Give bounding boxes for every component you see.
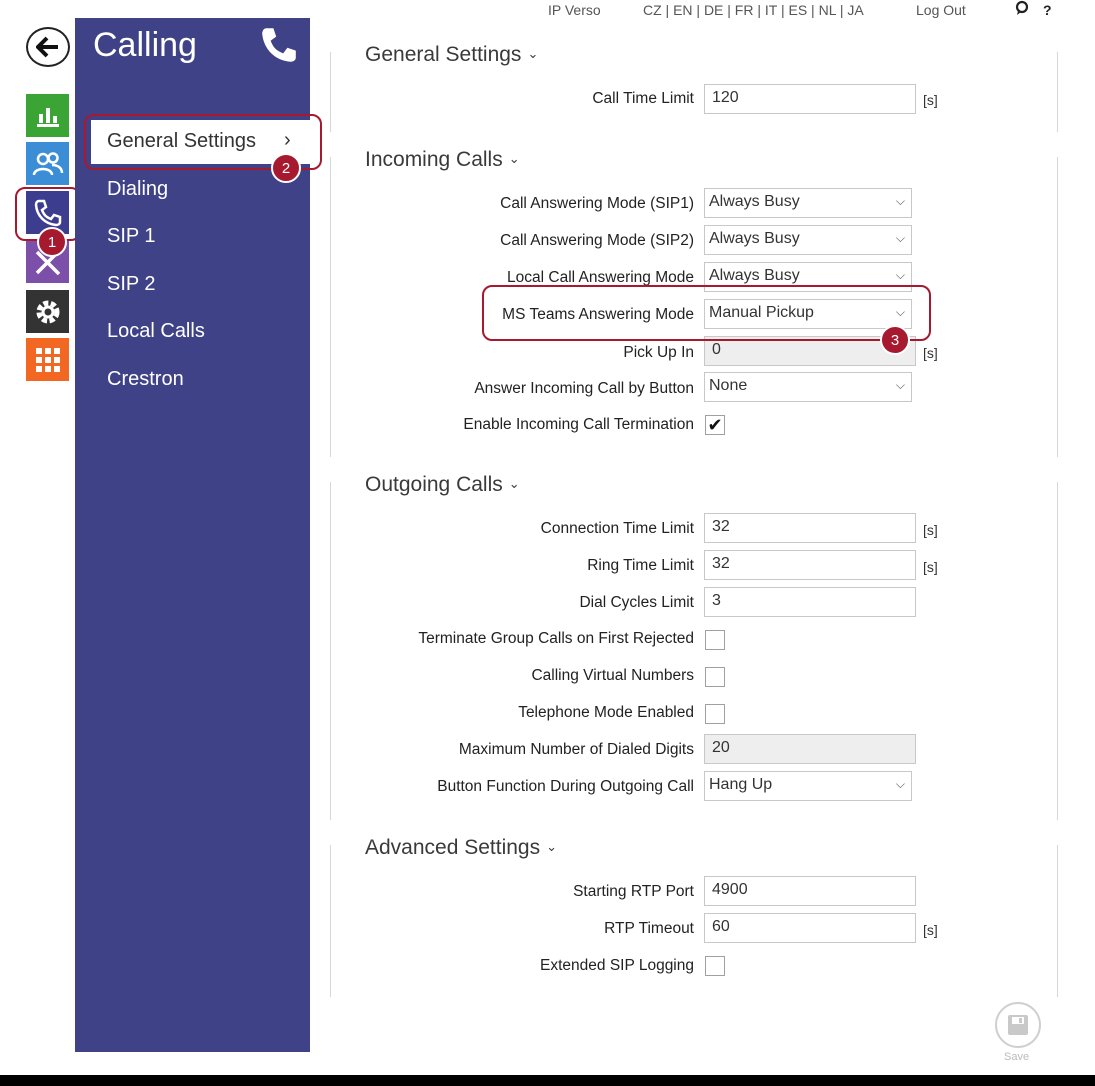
button-function-select[interactable]: Hang Up ⌵ <box>704 771 912 801</box>
answer-by-button-select[interactable]: None ⌵ <box>704 372 912 402</box>
chevron-down-icon: ⌵ <box>895 194 905 208</box>
sidebar-item-crestron[interactable]: Crestron <box>107 368 184 391</box>
chevron-down-icon: ⌄ <box>546 839 558 854</box>
answer-mode-sip1-label: Call Answering Mode (SIP1) <box>500 195 694 212</box>
checkmark-icon: ✔ <box>707 414 723 435</box>
virtual-numbers-checkbox[interactable] <box>705 667 725 687</box>
unit-seconds: [s] <box>923 922 938 938</box>
help-icon[interactable]: ? <box>1043 2 1052 18</box>
rtp-port-input[interactable]: 4900 <box>704 876 916 906</box>
answer-mode-sip2-select[interactable]: Always Busy ⌵ <box>704 225 912 255</box>
status-chart-icon[interactable] <box>26 94 69 137</box>
sidebar-item-local-calls[interactable]: Local Calls <box>107 320 205 343</box>
highlight-teams-mode <box>482 285 931 341</box>
sidebar-item-sip1[interactable]: SIP 1 <box>107 225 156 248</box>
sidebar-title: Calling <box>93 26 197 64</box>
back-arrow-icon[interactable] <box>26 27 70 67</box>
floppy-disk-icon <box>1008 1015 1028 1035</box>
connection-time-limit-input[interactable]: 32 <box>704 513 916 543</box>
chevron-down-icon: ⌄ <box>527 46 539 61</box>
section-title-advanced[interactable]: Advanced Settings ⌄ <box>365 836 557 860</box>
call-time-limit-input[interactable]: 120 <box>704 84 916 114</box>
section-title-incoming[interactable]: Incoming Calls ⌄ <box>365 148 520 172</box>
answer-by-button-label: Answer Incoming Call by Button <box>474 380 694 397</box>
chevron-down-icon: ⌵ <box>895 378 905 392</box>
step-badge-1: 1 <box>37 227 67 257</box>
ring-time-limit-input[interactable]: 32 <box>704 550 916 580</box>
max-dialed-digits-label: Maximum Number of Dialed Digits <box>458 741 694 758</box>
telephone-mode-label: Telephone Mode Enabled <box>518 704 694 721</box>
step-badge-3: 3 <box>880 325 910 355</box>
max-dialed-digits-input[interactable]: 20 <box>704 734 916 764</box>
unit-seconds: [s] <box>923 92 938 108</box>
step-badge-2: 2 <box>271 153 301 183</box>
product-name: IP Verso <box>548 2 601 18</box>
chat-icon[interactable] <box>1014 0 1032 21</box>
answer-mode-sip1-select[interactable]: Always Busy ⌵ <box>704 188 912 218</box>
rtp-timeout-input[interactable]: 60 <box>704 913 916 943</box>
sip-logging-label: Extended SIP Logging <box>540 957 694 974</box>
top-bar: IP Verso CZ | EN | DE | FR | IT | ES | N… <box>0 0 1095 20</box>
system-gear-icon[interactable] <box>26 290 69 333</box>
language-selector[interactable]: CZ | EN | DE | FR | IT | ES | NL | JA <box>643 2 864 18</box>
outgoing-calls-panel <box>330 482 1058 820</box>
directory-users-icon[interactable] <box>26 142 69 185</box>
advanced-settings-panel <box>330 845 1058 997</box>
save-button[interactable] <box>995 1002 1041 1048</box>
terminate-group-checkbox[interactable] <box>705 630 725 650</box>
chevron-down-icon: ⌄ <box>508 476 520 491</box>
button-function-label: Button Function During Outgoing Call <box>437 778 694 795</box>
sidebar-item-dialing[interactable]: Dialing <box>107 178 168 201</box>
ring-time-limit-label: Ring Time Limit <box>587 557 694 574</box>
call-termination-label: Enable Incoming Call Termination <box>463 416 694 433</box>
pickup-in-label: Pick Up In <box>623 344 694 361</box>
chevron-down-icon: ⌄ <box>508 151 520 166</box>
dial-cycles-input[interactable]: 3 <box>704 587 916 617</box>
chevron-down-icon: ⌵ <box>895 268 905 282</box>
call-time-limit-label: Call Time Limit <box>592 90 694 107</box>
virtual-numbers-label: Calling Virtual Numbers <box>531 667 694 684</box>
answer-mode-sip2-label: Call Answering Mode (SIP2) <box>500 232 694 249</box>
section-title-outgoing[interactable]: Outgoing Calls ⌄ <box>365 473 520 497</box>
bottom-border <box>0 1075 1095 1086</box>
services-grid-icon[interactable] <box>26 338 69 381</box>
sidebar-item-sip2[interactable]: SIP 2 <box>107 273 156 296</box>
chevron-down-icon: ⌵ <box>895 777 905 791</box>
sip-logging-checkbox[interactable] <box>705 956 725 976</box>
connection-time-limit-label: Connection Time Limit <box>540 520 694 537</box>
unit-seconds: [s] <box>923 559 938 575</box>
rtp-timeout-label: RTP Timeout <box>604 920 694 937</box>
chevron-down-icon: ⌵ <box>895 231 905 245</box>
telephone-mode-checkbox[interactable] <box>705 704 725 724</box>
section-title-general[interactable]: General Settings ⌄ <box>365 43 538 67</box>
save-label: Save <box>1004 1051 1030 1063</box>
phone-handset-icon <box>258 24 300 71</box>
logout-link[interactable]: Log Out <box>916 2 966 18</box>
dial-cycles-label: Dial Cycles Limit <box>579 594 694 611</box>
call-termination-checkbox[interactable]: ✔ <box>705 415 725 435</box>
terminate-group-label: Terminate Group Calls on First Rejected <box>418 630 694 647</box>
rtp-port-label: Starting RTP Port <box>573 883 694 900</box>
unit-seconds: [s] <box>923 345 938 361</box>
unit-seconds: [s] <box>923 522 938 538</box>
